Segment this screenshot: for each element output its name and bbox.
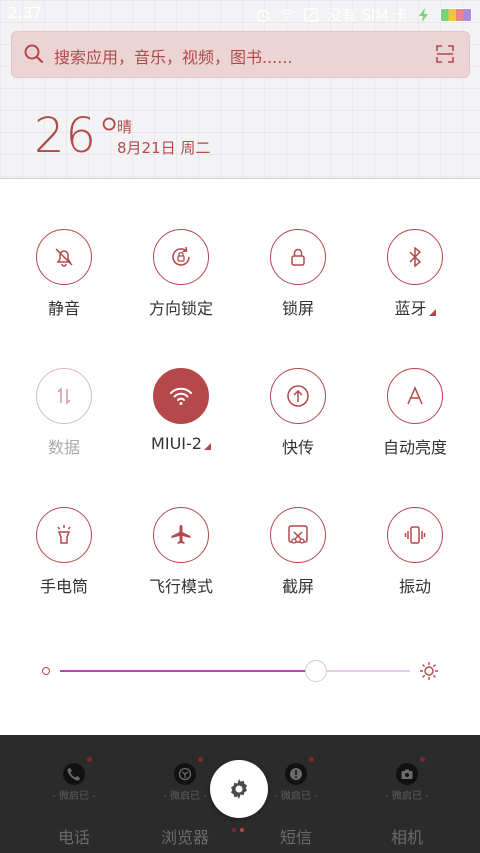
wifi-icon: [153, 368, 209, 424]
toggle-auto-brightness[interactable]: 自动亮度: [360, 368, 470, 468]
notification-dot: [87, 757, 92, 762]
toggle-label: 方向锁定: [148, 299, 213, 318]
gear-icon: [231, 779, 247, 799]
phone-icon: [63, 763, 85, 785]
notification-dot: [198, 757, 203, 762]
brightness-thumb[interactable]: [304, 660, 327, 682]
notification-dot: [309, 757, 314, 762]
flashlight-icon: [36, 507, 92, 563]
toggle-label: MIUI-2: [151, 434, 202, 453]
toggle-label: 静音: [47, 299, 80, 318]
toggle-label: 数据: [47, 438, 80, 457]
toggle-label: 飞行模式: [148, 577, 213, 596]
toggle-lock-screen[interactable]: 锁屏: [243, 229, 353, 329]
toggle-vibrate[interactable]: 振动: [360, 507, 470, 607]
message-icon: [285, 763, 307, 785]
brightness-slider[interactable]: [60, 660, 410, 682]
status-bar: 2:37 没有 SIM 卡: [0, 0, 480, 28]
screenshot-icon: [270, 507, 326, 563]
toggle-label: 锁屏: [281, 299, 314, 318]
app-sub: - 微启已 -: [52, 791, 96, 802]
top-panel: 2:37 没有 SIM 卡 搜索应用，音乐，视频，图书...... 26° 晴 …: [0, 0, 480, 179]
more-indicator: [203, 443, 211, 450]
bluetooth-icon: [387, 229, 443, 285]
toggle-wifi[interactable]: MIUI-2: [126, 368, 236, 468]
app-label: 相机: [390, 828, 423, 847]
toggle-rotation-lock[interactable]: 方向锁定: [126, 229, 236, 329]
battery-icon: [440, 7, 472, 22]
wifi-status-icon: [279, 8, 295, 21]
alarm-icon: [256, 9, 269, 22]
temperature: 26°: [34, 108, 123, 164]
share-transfer-icon: [270, 368, 326, 424]
notification-dot: [420, 757, 425, 762]
vibrate-icon: [387, 507, 443, 563]
brightness-high-icon: [420, 662, 438, 680]
brightness-fill: [60, 670, 316, 672]
toggle-label: 手电筒: [39, 577, 88, 596]
search-input[interactable]: 搜索应用，音乐，视频，图书......: [54, 44, 293, 68]
status-time: 2:37: [8, 4, 42, 22]
search-icon: [24, 44, 44, 64]
camera-icon: [396, 763, 418, 785]
toggle-label: 振动: [398, 577, 431, 596]
toggle-bluetooth[interactable]: 蓝牙: [360, 229, 470, 329]
toggle-flashlight[interactable]: 手电筒: [9, 507, 119, 607]
app-sub: - 微启已 -: [385, 791, 429, 802]
toggle-label: 蓝牙: [394, 299, 427, 318]
charging-icon: [419, 7, 428, 22]
toggle-mobile-data[interactable]: 数据: [9, 368, 119, 468]
toggle-silent[interactable]: 静音: [9, 229, 119, 329]
mobile-data-icon: [36, 368, 92, 424]
dock-app-camera[interactable]: - 微启已 - 相机: [362, 763, 452, 848]
toggle-screenshot[interactable]: 截屏: [243, 507, 353, 607]
app-label: 短信: [279, 828, 312, 847]
bell-off-icon: [36, 229, 92, 285]
airplane-icon: [153, 507, 209, 563]
date-label: 8月21日 周二: [117, 139, 211, 157]
page-dot: [232, 828, 236, 832]
browser-icon: [174, 763, 196, 785]
app-label: 电话: [57, 828, 90, 847]
brightness-low-icon: [42, 667, 50, 675]
lock-icon: [270, 229, 326, 285]
page-dot-active: [240, 828, 244, 832]
dock-app-phone[interactable]: - 微启已 - 电话: [29, 763, 119, 848]
carrier-text: 没有 SIM 卡: [326, 6, 408, 24]
toggle-label: 自动亮度: [382, 438, 447, 457]
toggle-label: 截屏: [281, 577, 314, 596]
toggle-quick-share[interactable]: 快传: [243, 368, 353, 468]
search-bar[interactable]: 搜索应用，音乐，视频，图书......: [11, 31, 470, 78]
status-icons: 没有 SIM 卡: [255, 4, 472, 25]
more-indicator: [428, 309, 436, 316]
scan-icon[interactable]: [435, 44, 455, 64]
auto-brightness-icon: [387, 368, 443, 424]
toggle-airplane[interactable]: 飞行模式: [126, 507, 236, 607]
rotation-lock-icon: [153, 229, 209, 285]
brightness-control: [0, 650, 480, 690]
page-indicator: [232, 828, 244, 832]
toggle-label: 快传: [281, 438, 314, 457]
sim-icon: [303, 7, 318, 22]
app-label: 浏览器: [160, 828, 209, 847]
weather-condition: 晴: [117, 118, 133, 136]
settings-button[interactable]: [210, 760, 268, 818]
